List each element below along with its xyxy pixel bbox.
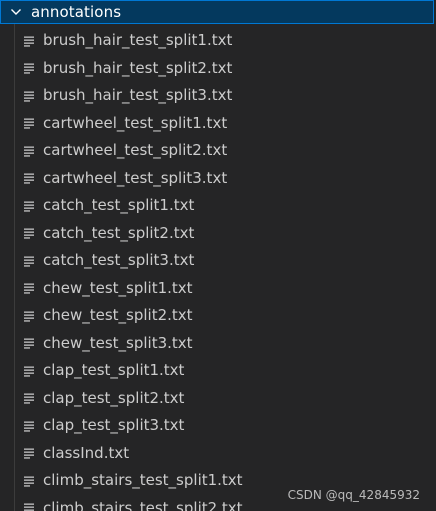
lines-file-icon <box>23 227 35 239</box>
lines-file-icon <box>23 420 35 432</box>
file-label: clap_test_split2.txt <box>43 388 185 407</box>
file-item[interactable]: chew_test_split2.txt <box>0 302 436 330</box>
file-item[interactable]: clap_test_split3.txt <box>0 412 436 440</box>
file-label: climb_stairs_test_split1.txt <box>43 471 243 490</box>
lines-file-icon <box>23 200 35 212</box>
file-item[interactable]: chew_test_split1.txt <box>0 275 436 303</box>
file-label: chew_test_split3.txt <box>43 333 193 352</box>
file-explorer: annotations brush_hair_test_split1.txt br… <box>0 0 436 511</box>
file-label: catch_test_split3.txt <box>43 251 195 270</box>
file-item[interactable]: catch_test_split1.txt <box>0 192 436 220</box>
lines-file-icon <box>23 35 35 47</box>
file-label: clap_test_split1.txt <box>43 361 185 380</box>
file-label: brush_hair_test_split2.txt <box>43 58 233 77</box>
file-label: cartwheel_test_split2.txt <box>43 141 228 160</box>
lines-file-icon <box>23 172 35 184</box>
lines-file-icon <box>23 282 35 294</box>
file-label: catch_test_split2.txt <box>43 223 195 242</box>
file-label: chew_test_split2.txt <box>43 306 193 325</box>
file-label: brush_hair_test_split1.txt <box>43 31 233 50</box>
file-item[interactable]: catch_test_split3.txt <box>0 247 436 275</box>
file-item[interactable]: chew_test_split3.txt <box>0 330 436 358</box>
lines-file-icon <box>23 310 35 322</box>
file-item[interactable]: cartwheel_test_split2.txt <box>0 137 436 165</box>
lines-file-icon <box>23 475 35 487</box>
file-label: brush_hair_test_split3.txt <box>43 86 233 105</box>
file-item[interactable]: brush_hair_test_split3.txt <box>0 82 436 110</box>
lines-file-icon <box>23 337 35 349</box>
file-label: catch_test_split1.txt <box>43 196 195 215</box>
lines-file-icon <box>23 502 35 511</box>
lines-file-icon <box>23 365 35 377</box>
folder-label: annotations <box>31 3 122 21</box>
lines-file-icon <box>23 145 35 157</box>
chevron-down-icon[interactable] <box>10 6 22 18</box>
file-item[interactable]: clap_test_split2.txt <box>0 385 436 413</box>
file-label: chew_test_split1.txt <box>43 278 193 297</box>
lines-file-icon <box>23 117 35 129</box>
file-item[interactable]: classInd.txt <box>0 440 436 468</box>
file-label: climb_stairs_test_split2.txt <box>43 498 243 511</box>
lines-file-icon <box>23 392 35 404</box>
file-item[interactable]: clap_test_split1.txt <box>0 357 436 385</box>
file-item[interactable]: cartwheel_test_split3.txt <box>0 165 436 193</box>
lines-file-icon <box>23 90 35 102</box>
file-label: clap_test_split3.txt <box>43 416 185 435</box>
file-label: cartwheel_test_split3.txt <box>43 168 228 187</box>
file-label: classInd.txt <box>43 443 130 462</box>
file-label: cartwheel_test_split1.txt <box>43 113 228 132</box>
folder-row-annotations[interactable]: annotations <box>0 0 434 24</box>
file-item[interactable]: brush_hair_test_split2.txt <box>0 55 436 83</box>
lines-file-icon <box>23 62 35 74</box>
file-item[interactable]: catch_test_split2.txt <box>0 220 436 248</box>
watermark: CSDN @qq_42845932 <box>287 488 420 502</box>
lines-file-icon <box>23 255 35 267</box>
lines-file-icon <box>23 447 35 459</box>
file-item[interactable]: cartwheel_test_split1.txt <box>0 110 436 138</box>
file-list: brush_hair_test_split1.txt brush_hair_tes… <box>0 27 436 511</box>
file-item[interactable]: brush_hair_test_split1.txt <box>0 27 436 55</box>
